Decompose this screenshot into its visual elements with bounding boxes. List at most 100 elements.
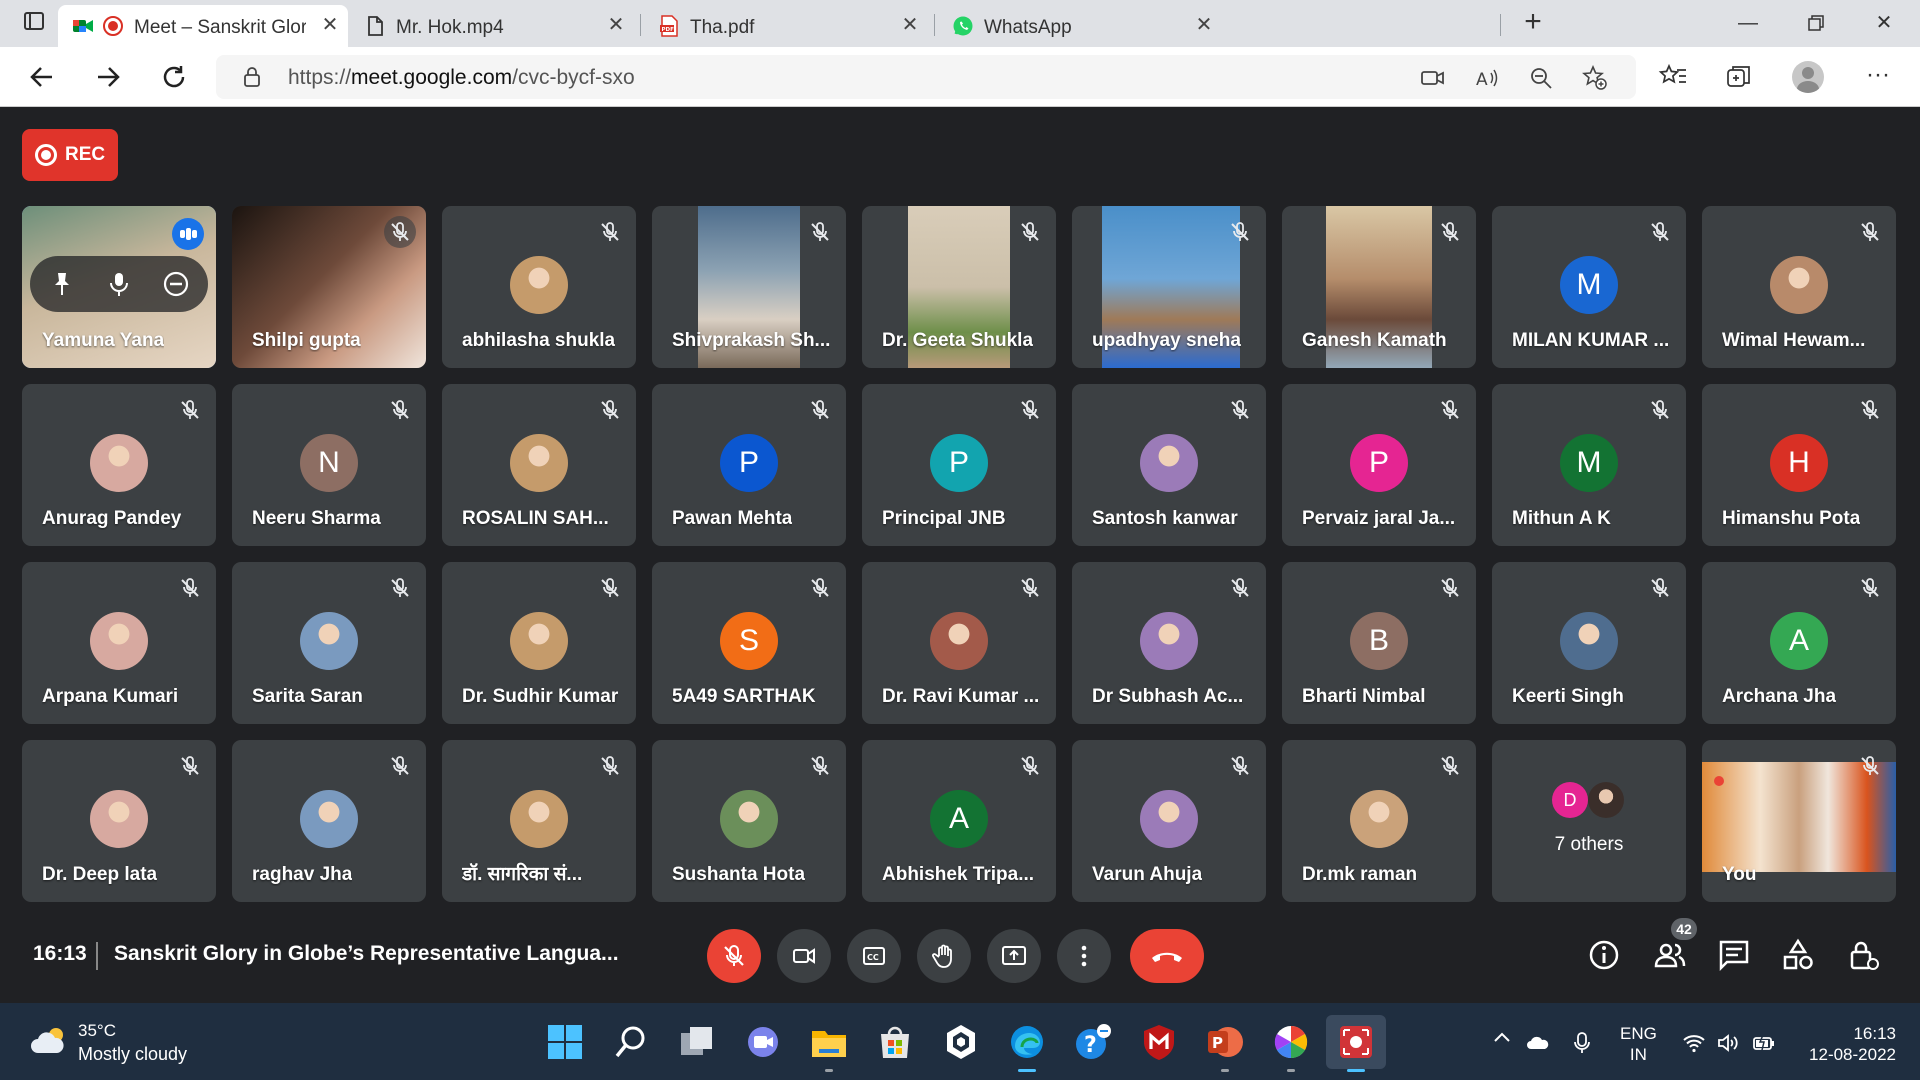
participant-tile[interactable]: Keerti Singh bbox=[1492, 562, 1686, 724]
settings-more-icon[interactable]: ··· bbox=[1862, 61, 1894, 93]
participant-tile[interactable]: Dr. Deep lata bbox=[22, 740, 216, 902]
microphone-icon[interactable] bbox=[1570, 1031, 1594, 1055]
collections-icon[interactable] bbox=[1724, 62, 1754, 92]
participant-tile[interactable]: Shivprakash Sh... bbox=[652, 206, 846, 368]
mic-toggle-button[interactable] bbox=[707, 929, 761, 983]
close-tab-icon[interactable]: ✕ bbox=[1192, 13, 1216, 37]
participant-tile[interactable]: H Himanshu Pota bbox=[1702, 384, 1896, 546]
read-aloud-icon[interactable]: A bbox=[1474, 65, 1500, 91]
close-tab-icon[interactable]: ✕ bbox=[604, 13, 628, 37]
participant-tile[interactable]: Anurag Pandey bbox=[22, 384, 216, 546]
tab-pdf[interactable]: PDF Tha.pdf ✕ bbox=[644, 5, 934, 47]
teams-chat-icon[interactable] bbox=[742, 1021, 784, 1063]
participant-tile[interactable]: Sarita Saran bbox=[232, 562, 426, 724]
self-view-tile[interactable]: You bbox=[1702, 740, 1896, 902]
pin-icon[interactable] bbox=[48, 270, 76, 298]
file-explorer-icon[interactable] bbox=[808, 1021, 850, 1063]
participant-tile[interactable]: Ganesh Kamath bbox=[1282, 206, 1476, 368]
onedrive-icon[interactable] bbox=[1526, 1031, 1550, 1055]
host-controls-icon[interactable] bbox=[1846, 937, 1882, 973]
minimize-button[interactable]: — bbox=[1728, 8, 1768, 38]
zoom-out-icon[interactable] bbox=[1528, 65, 1554, 91]
present-button[interactable] bbox=[987, 929, 1041, 983]
windows-start-icon[interactable] bbox=[544, 1021, 586, 1063]
participant-tile[interactable]: Varun Ahuja bbox=[1072, 740, 1266, 902]
microsoft-store-icon[interactable] bbox=[874, 1021, 916, 1063]
participant-tile[interactable]: Dr Subhash Ac... bbox=[1072, 562, 1266, 724]
tab-whatsapp[interactable]: WhatsApp ✕ bbox=[938, 5, 1228, 47]
participant-tile[interactable]: upadhyay sneha bbox=[1072, 206, 1266, 368]
remove-participant-icon[interactable] bbox=[162, 270, 190, 298]
more-options-button[interactable] bbox=[1057, 929, 1111, 983]
participant-tile[interactable]: M Mithun A K bbox=[1492, 384, 1686, 546]
participant-tile[interactable]: raghav Jha bbox=[232, 740, 426, 902]
weather-widget[interactable]: 35°C Mostly cloudy bbox=[30, 1021, 230, 1067]
forward-button[interactable] bbox=[90, 59, 126, 95]
camera-in-use-icon[interactable] bbox=[1420, 65, 1446, 91]
raise-hand-button[interactable] bbox=[917, 929, 971, 983]
system-clock[interactable]: 16:13 12-08-2022 bbox=[1796, 1023, 1896, 1065]
participant-tile[interactable]: Sushanta Hota bbox=[652, 740, 846, 902]
tab-meet[interactable]: Meet – Sanskrit Glory in Glo ✕ bbox=[58, 5, 348, 47]
participant-tile[interactable]: Dr. Ravi Kumar ... bbox=[862, 562, 1056, 724]
meeting-title[interactable]: Sanskrit Glory in Globe’s Representative… bbox=[114, 942, 619, 966]
mcafee-icon[interactable] bbox=[1138, 1021, 1180, 1063]
participant-tile[interactable]: S 5A49 SARTHAK bbox=[652, 562, 846, 724]
address-bar[interactable]: https://meet.google.com/cvc-bycf-sxo A bbox=[216, 55, 1636, 99]
new-tab-button[interactable]: + bbox=[1518, 7, 1548, 38]
recording-indicator[interactable]: REC bbox=[22, 129, 118, 181]
show-hidden-icons[interactable] bbox=[1492, 1027, 1516, 1051]
participant-tile[interactable]: abhilasha shukla bbox=[442, 206, 636, 368]
meeting-info-icon[interactable] bbox=[1586, 937, 1622, 973]
participant-tile[interactable]: Dr.mk raman bbox=[1282, 740, 1476, 902]
participant-tile[interactable]: M MILAN KUMAR ... bbox=[1492, 206, 1686, 368]
tab-actions-icon[interactable] bbox=[20, 10, 48, 38]
mute-participant-icon[interactable] bbox=[105, 270, 133, 298]
restore-button[interactable] bbox=[1796, 8, 1836, 38]
url-text[interactable]: https://meet.google.com/cvc-bycf-sxo bbox=[288, 66, 635, 90]
app-icon[interactable] bbox=[940, 1021, 982, 1063]
profile-avatar[interactable] bbox=[1792, 61, 1824, 93]
others-tile[interactable]: D 7 others bbox=[1492, 740, 1686, 902]
close-window-button[interactable]: ✕ bbox=[1864, 8, 1904, 38]
camera-toggle-button[interactable] bbox=[777, 929, 831, 983]
participant-tile[interactable]: P Pawan Mehta bbox=[652, 384, 846, 546]
wifi-icon[interactable] bbox=[1682, 1031, 1706, 1055]
recorder-app[interactable] bbox=[1326, 1015, 1386, 1069]
participant-tile[interactable]: ROSALIN SAH... bbox=[442, 384, 636, 546]
participant-tile[interactable]: B Bharti Nimbal bbox=[1282, 562, 1476, 724]
participant-tile[interactable]: A Archana Jha bbox=[1702, 562, 1896, 724]
add-favorite-icon[interactable] bbox=[1582, 65, 1608, 91]
participant-tile[interactable]: Dr. Sudhir Kumar bbox=[442, 562, 636, 724]
close-tab-icon[interactable]: ✕ bbox=[898, 13, 922, 37]
participant-tile[interactable]: डॉ. सागरिका सं... bbox=[442, 740, 636, 902]
tab-video[interactable]: Mr. Hok.mp4 ✕ bbox=[350, 5, 640, 47]
input-language[interactable]: ENG IN bbox=[1620, 1023, 1657, 1065]
lock-icon[interactable] bbox=[242, 67, 262, 87]
powerpoint-icon[interactable]: P bbox=[1204, 1021, 1246, 1063]
search-icon[interactable] bbox=[610, 1021, 652, 1063]
battery-charging-icon[interactable] bbox=[1752, 1031, 1776, 1055]
close-tab-icon[interactable]: ✕ bbox=[318, 13, 342, 37]
back-button[interactable] bbox=[24, 59, 60, 95]
participant-tile[interactable]: Santosh kanwar bbox=[1072, 384, 1266, 546]
favorites-icon[interactable] bbox=[1658, 62, 1688, 92]
captions-button[interactable]: CC bbox=[847, 929, 901, 983]
participant-tile[interactable]: A Abhishek Tripa... bbox=[862, 740, 1056, 902]
participant-tile[interactable]: Arpana Kumari bbox=[22, 562, 216, 724]
participant-tile[interactable]: P Principal JNB bbox=[862, 384, 1056, 546]
participant-tile[interactable]: N Neeru Sharma bbox=[232, 384, 426, 546]
participant-tile[interactable]: P Pervaiz jaral Ja... bbox=[1282, 384, 1476, 546]
people-icon[interactable] bbox=[1652, 937, 1688, 973]
edge-icon[interactable] bbox=[1006, 1021, 1048, 1063]
participant-tile[interactable]: Shilpi gupta bbox=[232, 206, 426, 368]
task-view-icon[interactable] bbox=[676, 1021, 718, 1063]
chat-icon[interactable] bbox=[1716, 937, 1752, 973]
participant-tile[interactable]: Dr. Geeta Shukla bbox=[862, 206, 1056, 368]
leave-call-button[interactable] bbox=[1130, 929, 1204, 983]
reload-button[interactable] bbox=[156, 59, 192, 95]
activities-icon[interactable] bbox=[1780, 937, 1816, 973]
photos-icon[interactable] bbox=[1270, 1021, 1312, 1063]
participant-tile[interactable]: Wimal Hewam... bbox=[1702, 206, 1896, 368]
volume-icon[interactable] bbox=[1716, 1031, 1740, 1055]
